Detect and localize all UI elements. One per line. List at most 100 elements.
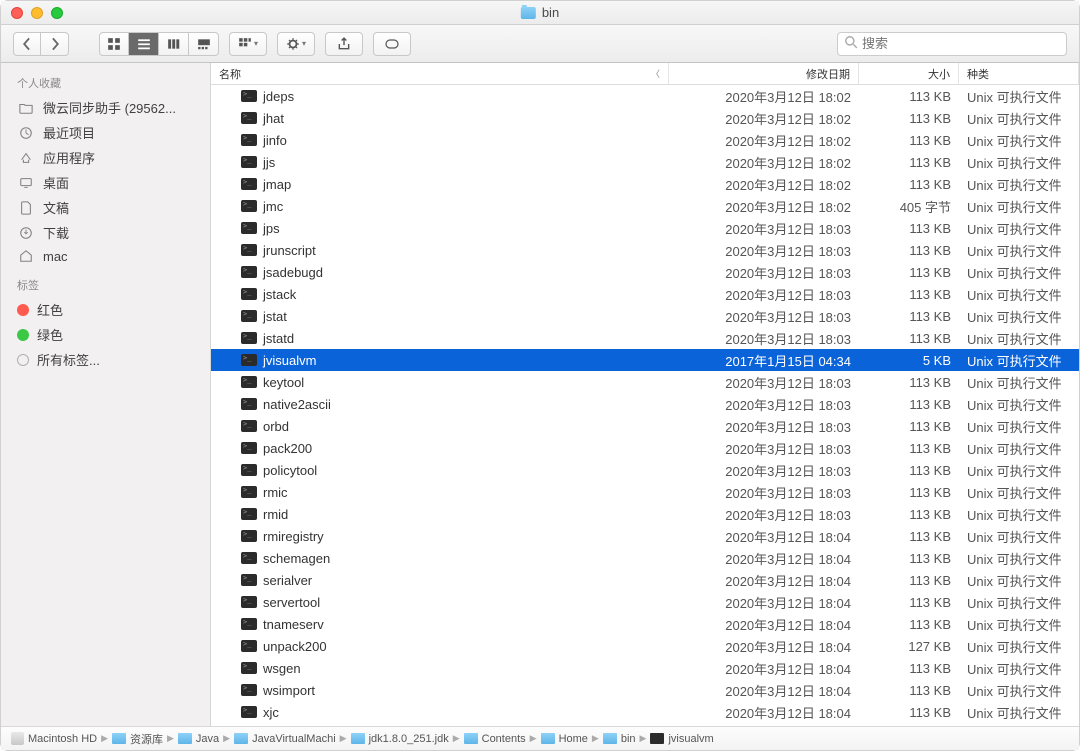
file-row[interactable]: servertool2020年3月12日 18:04113 KBUnix 可执行… xyxy=(211,591,1079,613)
file-row[interactable]: schemagen2020年3月12日 18:04113 KBUnix 可执行文… xyxy=(211,547,1079,569)
file-row[interactable]: wsimport2020年3月12日 18:04113 KBUnix 可执行文件 xyxy=(211,679,1079,701)
file-kind: Unix 可执行文件 xyxy=(959,461,1079,480)
chevron-right-icon: ▶ xyxy=(223,733,230,744)
zoom-button[interactable] xyxy=(51,7,63,19)
file-row[interactable]: jhat2020年3月12日 18:02113 KBUnix 可执行文件 xyxy=(211,107,1079,129)
file-date: 2020年3月12日 18:03 xyxy=(669,373,859,392)
folder-icon xyxy=(112,733,126,744)
file-size: 113 KB xyxy=(859,375,959,390)
executable-icon xyxy=(241,552,257,564)
path-label: bin xyxy=(621,733,636,745)
file-row[interactable]: jstat2020年3月12日 18:03113 KBUnix 可执行文件 xyxy=(211,305,1079,327)
file-row[interactable]: policytool2020年3月12日 18:03113 KBUnix 可执行… xyxy=(211,459,1079,481)
file-name: jmap xyxy=(263,177,291,192)
forward-button[interactable] xyxy=(41,32,69,56)
file-row[interactable]: jstatd2020年3月12日 18:03113 KBUnix 可执行文件 xyxy=(211,327,1079,349)
search-input[interactable] xyxy=(862,36,1060,51)
file-row[interactable]: rmiregistry2020年3月12日 18:04113 KBUnix 可执… xyxy=(211,525,1079,547)
sidebar-item-home[interactable]: mac xyxy=(1,245,210,267)
sidebar-tag[interactable]: 所有标签... xyxy=(1,347,210,372)
path-item[interactable]: Home xyxy=(541,733,588,745)
sidebar-item-apps[interactable]: 应用程序 xyxy=(1,145,210,170)
sidebar-item-download[interactable]: 下载 xyxy=(1,220,210,245)
file-row[interactable]: keytool2020年3月12日 18:03113 KBUnix 可执行文件 xyxy=(211,371,1079,393)
gallery-view-button[interactable] xyxy=(189,32,219,56)
search-field[interactable] xyxy=(837,32,1067,56)
file-kind: Unix 可执行文件 xyxy=(959,153,1079,172)
file-row[interactable]: jdeps2020年3月12日 18:02113 KBUnix 可执行文件 xyxy=(211,85,1079,107)
file-kind: Unix 可执行文件 xyxy=(959,549,1079,568)
file-row[interactable]: tnameserv2020年3月12日 18:04113 KBUnix 可执行文… xyxy=(211,613,1079,635)
executable-icon xyxy=(241,662,257,674)
header-size[interactable]: 大小 xyxy=(859,63,959,84)
header-kind[interactable]: 种类 xyxy=(959,63,1079,84)
sidebar-item-desktop[interactable]: 桌面 xyxy=(1,170,210,195)
minimize-button[interactable] xyxy=(31,7,43,19)
sidebar-item-clock[interactable]: 最近项目 xyxy=(1,120,210,145)
clock-icon xyxy=(17,125,35,141)
file-row[interactable]: xjc2020年3月12日 18:04113 KBUnix 可执行文件 xyxy=(211,701,1079,723)
header-date[interactable]: 修改日期 xyxy=(669,63,859,84)
file-row[interactable]: pack2002020年3月12日 18:03113 KBUnix 可执行文件 xyxy=(211,437,1079,459)
share-button[interactable] xyxy=(325,32,363,56)
desktop-icon xyxy=(17,175,35,191)
file-row[interactable]: rmic2020年3月12日 18:03113 KBUnix 可执行文件 xyxy=(211,481,1079,503)
file-name: rmic xyxy=(263,485,288,500)
column-view-button[interactable] xyxy=(159,32,189,56)
back-button[interactable] xyxy=(13,32,41,56)
file-date: 2020年3月12日 18:03 xyxy=(669,263,859,282)
path-item[interactable]: Java xyxy=(178,733,219,745)
path-item[interactable]: jdk1.8.0_251.jdk xyxy=(351,733,449,745)
file-date: 2020年3月12日 18:02 xyxy=(669,175,859,194)
file-row[interactable]: jvisualvm2017年1月15日 04:345 KBUnix 可执行文件 xyxy=(211,349,1079,371)
sidebar-item-label: 最近项目 xyxy=(43,123,95,142)
file-row[interactable]: unpack2002020年3月12日 18:04127 KBUnix 可执行文… xyxy=(211,635,1079,657)
file-row[interactable]: jjs2020年3月12日 18:02113 KBUnix 可执行文件 xyxy=(211,151,1079,173)
path-item[interactable]: jvisualvm xyxy=(650,733,713,745)
sidebar-item-doc[interactable]: 文稿 xyxy=(1,195,210,220)
title-bar: bin xyxy=(1,1,1079,25)
folder-icon xyxy=(178,733,192,744)
file-row[interactable]: jstack2020年3月12日 18:03113 KBUnix 可执行文件 xyxy=(211,283,1079,305)
chevron-right-icon: ▶ xyxy=(101,733,108,744)
file-row[interactable]: jmap2020年3月12日 18:02113 KBUnix 可执行文件 xyxy=(211,173,1079,195)
executable-icon xyxy=(241,266,257,278)
path-item[interactable]: JavaVirtualMachi xyxy=(234,733,336,745)
action-button[interactable]: ▾ xyxy=(277,32,315,56)
sidebar-item-label: 文稿 xyxy=(43,198,69,217)
header-name[interactable]: 名称〈 xyxy=(211,63,669,84)
file-row[interactable]: orbd2020年3月12日 18:03113 KBUnix 可执行文件 xyxy=(211,415,1079,437)
file-row[interactable]: native2ascii2020年3月12日 18:03113 KBUnix 可… xyxy=(211,393,1079,415)
file-row[interactable]: jinfo2020年3月12日 18:02113 KBUnix 可执行文件 xyxy=(211,129,1079,151)
path-item[interactable]: Contents xyxy=(464,733,526,745)
file-row[interactable]: jsadebugd2020年3月12日 18:03113 KBUnix 可执行文… xyxy=(211,261,1079,283)
executable-icon xyxy=(241,640,257,652)
file-row[interactable]: jrunscript2020年3月12日 18:03113 KBUnix 可执行… xyxy=(211,239,1079,261)
close-button[interactable] xyxy=(11,7,23,19)
file-size: 5 KB xyxy=(859,353,959,368)
arrange-button[interactable]: ▾ xyxy=(229,32,267,56)
file-size: 113 KB xyxy=(859,221,959,236)
file-date: 2020年3月12日 18:03 xyxy=(669,461,859,480)
path-item[interactable]: bin xyxy=(603,733,636,745)
search-icon xyxy=(844,35,858,52)
file-size: 405 字节 xyxy=(859,197,959,216)
sidebar-item-folder[interactable]: 微云同步助手 (29562... xyxy=(1,95,210,120)
sidebar-tag[interactable]: 红色 xyxy=(1,297,210,322)
path-item[interactable]: 资源库 xyxy=(112,731,163,747)
file-name: rmid xyxy=(263,507,288,522)
file-rows[interactable]: jdeps2020年3月12日 18:02113 KBUnix 可执行文件jha… xyxy=(211,85,1079,726)
file-row[interactable]: wsgen2020年3月12日 18:04113 KBUnix 可执行文件 xyxy=(211,657,1079,679)
list-view-button[interactable] xyxy=(129,32,159,56)
tags-button[interactable] xyxy=(373,32,411,56)
sidebar: 个人收藏 微云同步助手 (29562...最近项目应用程序桌面文稿下载mac 标… xyxy=(1,63,211,726)
file-row[interactable]: serialver2020年3月12日 18:04113 KBUnix 可执行文… xyxy=(211,569,1079,591)
icon-view-button[interactable] xyxy=(99,32,129,56)
file-row[interactable]: jmc2020年3月12日 18:02405 字节Unix 可执行文件 xyxy=(211,195,1079,217)
file-date: 2020年3月12日 18:03 xyxy=(669,285,859,304)
file-row[interactable]: rmid2020年3月12日 18:03113 KBUnix 可执行文件 xyxy=(211,503,1079,525)
file-date: 2020年3月12日 18:04 xyxy=(669,593,859,612)
sidebar-tag[interactable]: 绿色 xyxy=(1,322,210,347)
path-item[interactable]: Macintosh HD xyxy=(11,732,97,745)
file-row[interactable]: jps2020年3月12日 18:03113 KBUnix 可执行文件 xyxy=(211,217,1079,239)
